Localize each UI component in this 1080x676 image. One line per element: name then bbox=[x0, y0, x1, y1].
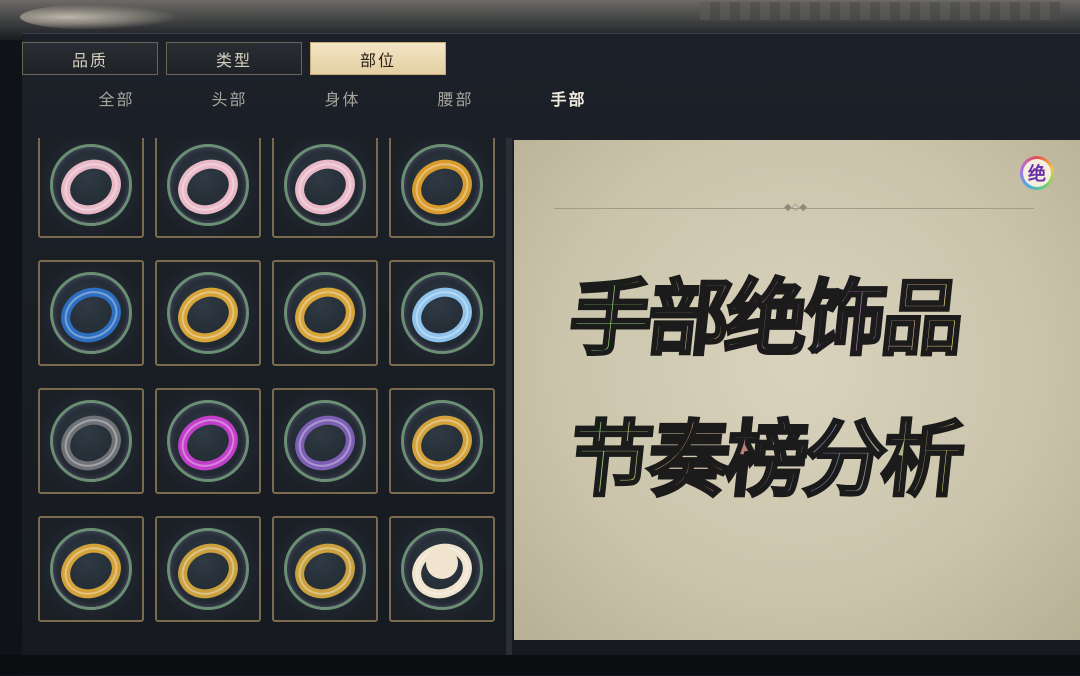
item-slot[interactable] bbox=[38, 516, 144, 622]
headline-line2: 节奏榜分析 bbox=[564, 412, 967, 510]
item-slot[interactable] bbox=[272, 516, 378, 622]
detail-parchment: ◆◇◆ 绝 手部绝饰品 节奏榜分析 bbox=[514, 140, 1080, 640]
purple-snake-ring-icon bbox=[295, 415, 355, 471]
item-slot[interactable] bbox=[155, 260, 261, 366]
item-slot[interactable] bbox=[389, 138, 495, 238]
sub-tab-all[interactable]: 全部 bbox=[60, 86, 173, 114]
filter-tabs: 品质 类型 部位 bbox=[22, 42, 446, 75]
sub-tab-hand[interactable]: 手部 bbox=[512, 86, 625, 114]
sub-tab-body[interactable]: 身体 bbox=[286, 86, 399, 114]
sub-tab-waist[interactable]: 腰部 bbox=[399, 86, 512, 114]
item-grid bbox=[38, 138, 495, 622]
pink-ring-icon bbox=[295, 159, 355, 215]
tab-slot[interactable]: 部位 bbox=[310, 42, 446, 75]
item-slot[interactable] bbox=[38, 138, 144, 238]
tab-type[interactable]: 类型 bbox=[166, 42, 302, 75]
slot-sub-tabs: 全部 头部 身体 腰部 手部 bbox=[60, 86, 625, 114]
gold-dragon-ring-icon bbox=[295, 287, 355, 343]
item-slot[interactable] bbox=[272, 388, 378, 494]
item-slot[interactable] bbox=[38, 260, 144, 366]
item-grid-area bbox=[22, 138, 510, 658]
rank-badge: 绝 bbox=[1020, 156, 1054, 190]
panel-divider bbox=[506, 138, 512, 658]
rank-badge-label: 绝 bbox=[1023, 159, 1051, 187]
item-slot[interactable] bbox=[155, 516, 261, 622]
item-slot[interactable] bbox=[272, 138, 378, 238]
item-slot[interactable] bbox=[389, 516, 495, 622]
item-slot[interactable] bbox=[272, 260, 378, 366]
sub-tab-head[interactable]: 头部 bbox=[173, 86, 286, 114]
ice-blue-ring-icon bbox=[412, 287, 472, 343]
cloud-swirl-decoration bbox=[20, 4, 180, 30]
magenta-ring-icon bbox=[178, 415, 238, 471]
bottom-bar bbox=[0, 655, 1080, 675]
gold-dragon-ring-icon bbox=[178, 287, 238, 343]
pink-ring-icon bbox=[61, 159, 121, 215]
pattern-decoration bbox=[700, 2, 1060, 20]
divider-ornament: ◆◇◆ bbox=[784, 202, 808, 213]
gold-phoenix-ring-icon bbox=[61, 543, 121, 599]
item-slot[interactable] bbox=[389, 260, 495, 366]
headline-line1: 手部绝饰品 bbox=[564, 271, 967, 369]
swan-ring-icon bbox=[61, 415, 121, 471]
blue-pixiu-ring-icon bbox=[61, 287, 121, 343]
item-slot[interactable] bbox=[38, 388, 144, 494]
gold-phoenix-ring-icon bbox=[412, 415, 472, 471]
gold-coil-ring-icon bbox=[178, 543, 238, 599]
item-slot[interactable] bbox=[389, 388, 495, 494]
item-slot[interactable] bbox=[155, 138, 261, 238]
pearl-lotus-ring-icon bbox=[412, 543, 472, 599]
tab-quality[interactable]: 品质 bbox=[22, 42, 158, 75]
gold-coil-ring-icon bbox=[295, 543, 355, 599]
gold-ornate-ring-icon bbox=[412, 159, 472, 215]
pink-ring-icon bbox=[178, 159, 238, 215]
item-slot[interactable] bbox=[155, 388, 261, 494]
